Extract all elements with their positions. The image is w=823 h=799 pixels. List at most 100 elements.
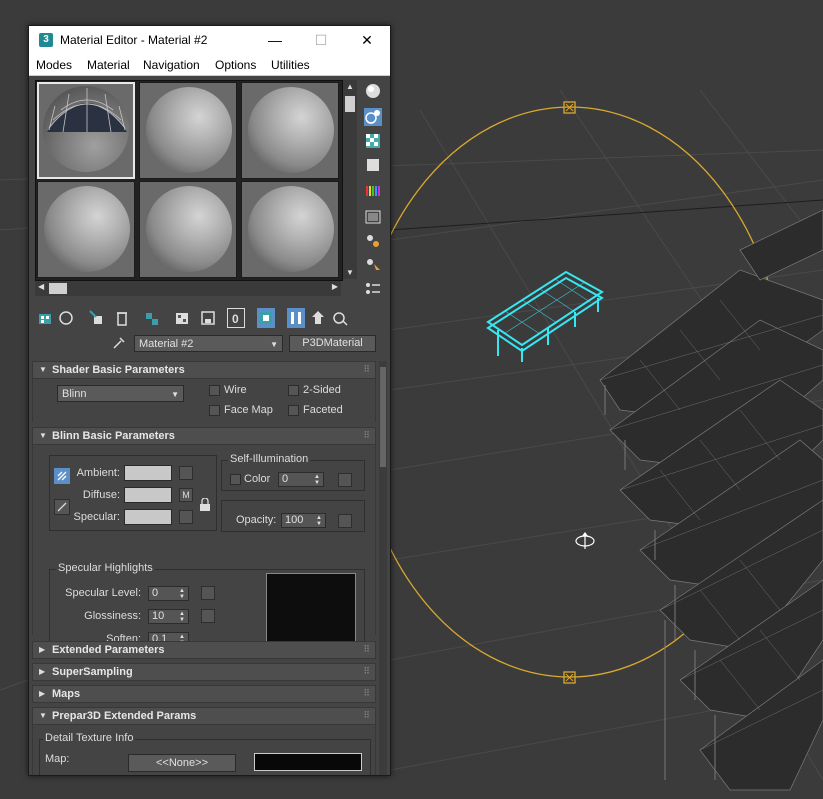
material-name-row: Material #2 ▼ P3DMaterial xyxy=(35,334,385,354)
grip-icon: ⠿ xyxy=(363,688,370,698)
face-map-checkbox[interactable] xyxy=(209,405,220,416)
get-material-icon[interactable] xyxy=(37,308,55,328)
menu-navigation[interactable]: Navigation xyxy=(143,58,200,72)
menu-options[interactable]: Options xyxy=(215,58,256,72)
detail-map-button[interactable]: <<None>> xyxy=(128,754,236,772)
diffuse-label: Diffuse: xyxy=(82,489,120,501)
material-type-button[interactable]: P3DMaterial xyxy=(289,335,376,352)
title-bar[interactable]: 3 Material Editor - Material #2 — ☐ ✕ xyxy=(29,26,390,55)
material-name-value: Material #2 xyxy=(139,338,194,350)
ambient-map-button[interactable] xyxy=(179,466,193,480)
grip-icon: ⠿ xyxy=(363,710,370,720)
two-sided-checkbox[interactable] xyxy=(288,385,299,396)
scroll-right-icon[interactable]: ▶ xyxy=(332,282,338,291)
specular-level-label: Specular Level: xyxy=(65,587,141,599)
sample-type-icon[interactable] xyxy=(364,82,382,100)
specular-level-spinner[interactable]: 0 ▲ ▼ xyxy=(148,586,189,601)
self-illum-spinner[interactable]: 0 ▲ ▼ xyxy=(278,472,324,487)
glossiness-value: 10 xyxy=(152,610,165,622)
rollout-scrollbar[interactable] xyxy=(379,361,387,775)
make-unique-icon[interactable] xyxy=(143,308,161,328)
maximize-button[interactable]: ☐ xyxy=(298,26,344,55)
scroll-up-icon[interactable]: ▲ xyxy=(346,82,354,91)
menu-bar: Modes Material Navigation Options Utilit… xyxy=(29,55,390,76)
glossiness-spinner[interactable]: 10 ▲ ▼ xyxy=(148,609,189,624)
sample-slots xyxy=(35,80,343,281)
side-toolbar xyxy=(362,80,384,300)
slots-hscroll-thumb[interactable] xyxy=(49,283,67,294)
show-end-result-icon[interactable] xyxy=(287,308,305,328)
eyedropper-icon[interactable] xyxy=(111,335,127,354)
self-illum-color-label: Color xyxy=(244,473,271,485)
detail-color-swatch[interactable] xyxy=(254,753,362,771)
face-map-label: Face Map xyxy=(224,404,273,416)
id-zero-icon[interactable]: 0 xyxy=(227,308,245,328)
material-options-icon[interactable] xyxy=(364,232,382,250)
select-by-material-icon[interactable] xyxy=(364,256,382,274)
video-color-check-icon[interactable] xyxy=(364,182,382,200)
scroll-down-icon[interactable]: ▼ xyxy=(346,268,354,277)
rollout-extended[interactable]: ▶ Extended Parameters ⠿ xyxy=(32,641,376,659)
sample-slot-5[interactable] xyxy=(139,181,237,278)
background-icon[interactable] xyxy=(364,132,382,150)
menu-material[interactable]: Material xyxy=(87,58,130,72)
transform-gizmo-icon[interactable] xyxy=(574,531,596,551)
minimize-button[interactable]: — xyxy=(252,26,298,55)
rollout-shader-basic[interactable]: ▼ Shader Basic Parameters ⠿ xyxy=(32,361,376,379)
wire-label: Wire xyxy=(224,384,247,396)
sample-uv-tiling-icon[interactable] xyxy=(364,156,382,174)
rollout-maps[interactable]: ▶ Maps ⠿ xyxy=(32,685,376,703)
make-preview-icon[interactable] xyxy=(364,208,382,226)
rollout-blinn-basic[interactable]: ▼ Blinn Basic Parameters ⠿ xyxy=(32,427,376,445)
scroll-left-icon[interactable]: ◀ xyxy=(38,282,44,291)
reset-material-icon[interactable] xyxy=(113,308,131,328)
assign-material-icon[interactable] xyxy=(87,308,105,328)
slots-vscroll-thumb[interactable] xyxy=(345,96,355,112)
go-forward-to-sibling-icon[interactable] xyxy=(331,308,349,328)
shader-type-value: Blinn xyxy=(62,388,87,400)
self-illum-color-checkbox[interactable] xyxy=(230,474,241,485)
slots-vertical-scrollbar[interactable]: ▲ ▼ xyxy=(343,80,357,279)
diffuse-color-swatch[interactable] xyxy=(124,487,172,503)
material-name-dropdown[interactable]: Material #2 ▼ xyxy=(134,335,283,352)
rollout-title: Blinn Basic Parameters xyxy=(52,430,175,442)
rollout-prepar3d[interactable]: ▼ Prepar3D Extended Params ⠿ xyxy=(32,707,376,725)
specular-highlights-label: Specular Highlights xyxy=(56,562,155,574)
diffuse-map-button[interactable]: M xyxy=(179,488,193,502)
wire-checkbox[interactable] xyxy=(209,385,220,396)
close-button[interactable]: ✕ xyxy=(344,26,390,55)
rollout-title: Shader Basic Parameters xyxy=(52,364,185,376)
ambient-color-swatch[interactable] xyxy=(124,465,172,481)
sample-slot-4[interactable] xyxy=(37,181,135,278)
specular-level-map-button[interactable] xyxy=(201,586,215,600)
opacity-map-button[interactable] xyxy=(338,514,352,528)
sample-slot-3[interactable] xyxy=(241,82,339,179)
go-to-parent-icon[interactable] xyxy=(309,308,327,328)
material-map-navigator-icon[interactable] xyxy=(364,280,382,298)
rollout-title: Maps xyxy=(52,688,81,700)
rollout-supersampling[interactable]: ▶ SuperSampling ⠿ xyxy=(32,663,376,681)
sample-slot-1[interactable] xyxy=(37,82,135,179)
faceted-checkbox[interactable] xyxy=(288,405,299,416)
shader-type-dropdown[interactable]: Blinn ▼ xyxy=(57,385,184,402)
slots-horizontal-scrollbar[interactable]: ◀ ▶ xyxy=(35,281,341,296)
backlight-icon[interactable] xyxy=(364,108,382,126)
put-to-library-icon[interactable] xyxy=(173,308,191,328)
rollout-scroll-thumb[interactable] xyxy=(380,367,386,467)
specular-color-swatch[interactable] xyxy=(124,509,172,525)
self-illum-map-button[interactable] xyxy=(338,473,352,487)
sample-slot-2[interactable] xyxy=(139,82,237,179)
rollout-title: Prepar3D Extended Params xyxy=(52,710,197,722)
sample-slot-6[interactable] xyxy=(241,181,339,278)
rollout-title: SuperSampling xyxy=(52,666,133,678)
specular-map-button[interactable] xyxy=(179,510,193,524)
window-title: Material Editor - Material #2 xyxy=(60,33,208,47)
menu-modes[interactable]: Modes xyxy=(36,58,72,72)
menu-utilities[interactable]: Utilities xyxy=(271,58,310,72)
material-id-channel-icon[interactable] xyxy=(199,308,217,328)
lock-icon[interactable] xyxy=(199,497,211,515)
glossiness-map-button[interactable] xyxy=(201,609,215,623)
show-shaded-material-icon[interactable] xyxy=(257,308,275,328)
put-material-to-scene-icon[interactable] xyxy=(57,308,75,328)
opacity-spinner[interactable]: 100 ▲ ▼ xyxy=(281,513,326,528)
